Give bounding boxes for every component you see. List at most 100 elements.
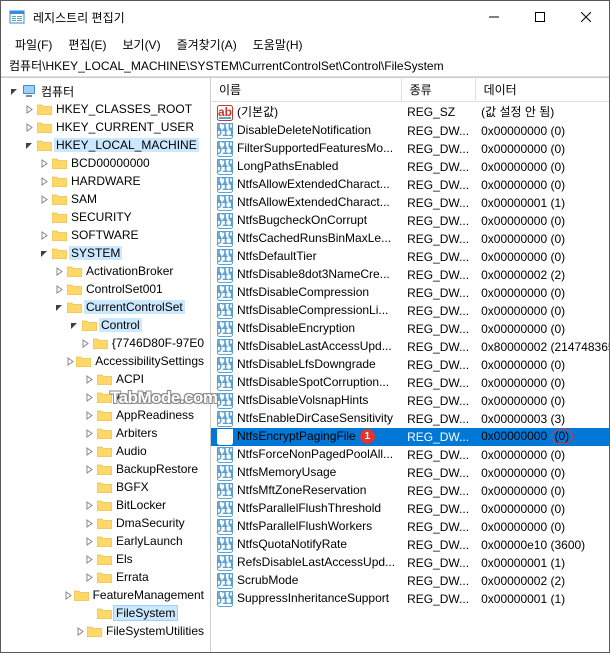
menu-favorites[interactable]: 즐겨찾기(A) bbox=[171, 34, 243, 55]
tree-item[interactable]: BackupRestore bbox=[1, 460, 210, 478]
value-row[interactable]: NtfsDisableLfsDowngradeREG_DW...0x000000… bbox=[211, 356, 609, 374]
collapse-icon[interactable] bbox=[37, 246, 51, 260]
value-row[interactable]: NtfsDisableCompressionLi...REG_DW...0x00… bbox=[211, 302, 609, 320]
value-row[interactable]: NtfsMemoryUsageREG_DW...0x00000000 (0) bbox=[211, 464, 609, 482]
value-row[interactable]: NtfsDisable8dot3NameCre...REG_DW...0x000… bbox=[211, 266, 609, 284]
value-row[interactable]: NtfsParallelFlushWorkersREG_DW...0x00000… bbox=[211, 518, 609, 536]
value-row[interactable]: NtfsAllowExtendedCharact...REG_DW...0x00… bbox=[211, 194, 609, 212]
expand-icon[interactable] bbox=[37, 192, 51, 206]
expand-icon[interactable] bbox=[82, 516, 96, 530]
menu-file[interactable]: 파일(F) bbox=[9, 34, 58, 55]
expand-icon[interactable] bbox=[82, 534, 96, 548]
tree-item[interactable]: ACPI bbox=[1, 370, 210, 388]
expand-icon[interactable] bbox=[37, 228, 51, 242]
value-row[interactable]: NtfsDisableVolsnapHintsREG_DW...0x000000… bbox=[211, 392, 609, 410]
tree-item[interactable]: AppReadiness bbox=[1, 406, 210, 424]
close-button[interactable] bbox=[563, 1, 609, 33]
tree-item[interactable]: SAM bbox=[1, 190, 210, 208]
tree-item[interactable]: AppID bbox=[1, 388, 210, 406]
tree-item[interactable]: FileSystem bbox=[1, 604, 210, 622]
value-row[interactable]: NtfsDisableSpotCorruption...REG_DW...0x0… bbox=[211, 374, 609, 392]
value-row[interactable]: NtfsForceNonPagedPoolAll...REG_DW...0x00… bbox=[211, 446, 609, 464]
collapse-icon[interactable] bbox=[7, 84, 21, 98]
tree-item[interactable]: EarlyLaunch bbox=[1, 532, 210, 550]
value-row[interactable]: NtfsDisableCompressionREG_DW...0x0000000… bbox=[211, 284, 609, 302]
tree-item[interactable]: HKEY_CLASSES_ROOT bbox=[1, 100, 210, 118]
value-row[interactable]: DisableDeleteNotificationREG_DW...0x0000… bbox=[211, 122, 609, 140]
tree-item[interactable]: Els bbox=[1, 550, 210, 568]
expand-icon[interactable] bbox=[82, 444, 96, 458]
expand-icon[interactable] bbox=[22, 102, 36, 116]
value-row[interactable]: NtfsBugcheckOnCorruptREG_DW...0x00000000… bbox=[211, 212, 609, 230]
expand-icon[interactable] bbox=[63, 588, 74, 602]
expand-icon[interactable] bbox=[82, 462, 96, 476]
tree-item[interactable]: HKEY_CURRENT_USER bbox=[1, 118, 210, 136]
expand-icon[interactable] bbox=[82, 390, 96, 404]
expand-icon[interactable] bbox=[82, 426, 96, 440]
tree-item[interactable]: Control bbox=[1, 316, 210, 334]
collapse-icon[interactable] bbox=[52, 300, 66, 314]
expand-icon[interactable] bbox=[65, 354, 76, 368]
expand-icon[interactable] bbox=[82, 570, 96, 584]
minimize-button[interactable] bbox=[471, 1, 517, 33]
tree-item[interactable]: ActivationBroker bbox=[1, 262, 210, 280]
expand-icon[interactable] bbox=[82, 408, 96, 422]
tree-item[interactable]: AccessibilitySettings bbox=[1, 352, 210, 370]
tree-item[interactable]: FileSystemUtilities bbox=[1, 622, 210, 640]
col-data[interactable]: 데이터 bbox=[475, 78, 609, 102]
menu-help[interactable]: 도움말(H) bbox=[247, 34, 309, 55]
tree-item[interactable]: BitLocker bbox=[1, 496, 210, 514]
expand-icon[interactable] bbox=[82, 552, 96, 566]
tree-item[interactable]: ControlSet001 bbox=[1, 280, 210, 298]
col-name[interactable]: 이름 bbox=[211, 78, 401, 102]
address-bar[interactable]: 컴퓨터\HKEY_LOCAL_MACHINE\SYSTEM\CurrentCon… bbox=[1, 55, 609, 77]
value-row[interactable]: NtfsEnableDirCaseSensitivityREG_DW...0x0… bbox=[211, 410, 609, 428]
value-row[interactable]: NtfsDisableEncryptionREG_DW...0x00000000… bbox=[211, 320, 609, 338]
tree-item[interactable]: Arbiters bbox=[1, 424, 210, 442]
value-row[interactable]: RefsDisableLastAccessUpd...REG_DW...0x00… bbox=[211, 554, 609, 572]
value-row[interactable]: FilterSupportedFeaturesMo...REG_DW...0x0… bbox=[211, 140, 609, 158]
tree-item[interactable]: HKEY_LOCAL_MACHINE bbox=[1, 136, 210, 154]
tree-panel[interactable]: 컴퓨터HKEY_CLASSES_ROOTHKEY_CURRENT_USERHKE… bbox=[1, 78, 211, 652]
expand-icon[interactable] bbox=[79, 336, 92, 350]
value-row[interactable]: NtfsQuotaNotifyRateREG_DW...0x00000e10 (… bbox=[211, 536, 609, 554]
value-row[interactable]: NtfsParallelFlushThresholdREG_DW...0x000… bbox=[211, 500, 609, 518]
value-row[interactable]: (기본값)REG_SZ(값 설정 안 됨) bbox=[211, 102, 609, 122]
value-row[interactable]: NtfsDefaultTierREG_DW...0x00000000 (0) bbox=[211, 248, 609, 266]
menu-view[interactable]: 보기(V) bbox=[116, 34, 166, 55]
expand-icon[interactable] bbox=[52, 282, 66, 296]
expand-icon[interactable] bbox=[37, 174, 51, 188]
menu-edit[interactable]: 편집(E) bbox=[62, 34, 112, 55]
value-row[interactable]: NtfsEncryptPagingFile1REG_DW...0x0000000… bbox=[211, 428, 609, 446]
expand-icon[interactable] bbox=[22, 120, 36, 134]
values-panel[interactable]: 이름 종류 데이터 (기본값)REG_SZ(값 설정 안 됨)DisableDe… bbox=[211, 78, 609, 652]
tree-item[interactable]: {7746D80F-97E0 bbox=[1, 334, 210, 352]
tree-item[interactable]: 컴퓨터 bbox=[1, 82, 210, 100]
tree-item[interactable]: BCD00000000 bbox=[1, 154, 210, 172]
value-row[interactable]: NtfsAllowExtendedCharact...REG_DW...0x00… bbox=[211, 176, 609, 194]
tree-item[interactable]: DmaSecurity bbox=[1, 514, 210, 532]
tree-item[interactable]: BGFX bbox=[1, 478, 210, 496]
tree-item[interactable]: SOFTWARE bbox=[1, 226, 210, 244]
value-row[interactable]: LongPathsEnabledREG_DW...0x00000000 (0) bbox=[211, 158, 609, 176]
tree-item[interactable]: SECURITY bbox=[1, 208, 210, 226]
value-row[interactable]: ScrubModeREG_DW...0x00000002 (2) bbox=[211, 572, 609, 590]
collapse-icon[interactable] bbox=[22, 138, 36, 152]
maximize-button[interactable] bbox=[517, 1, 563, 33]
tree-item[interactable]: Audio bbox=[1, 442, 210, 460]
col-type[interactable]: 종류 bbox=[401, 78, 475, 102]
collapse-icon[interactable] bbox=[67, 318, 81, 332]
expand-icon[interactable] bbox=[52, 264, 66, 278]
tree-item[interactable]: FeatureManagement bbox=[1, 586, 210, 604]
expand-icon[interactable] bbox=[37, 156, 51, 170]
tree-item[interactable]: SYSTEM bbox=[1, 244, 210, 262]
value-row[interactable]: NtfsDisableLastAccessUpd...REG_DW...0x80… bbox=[211, 338, 609, 356]
expand-icon[interactable] bbox=[74, 624, 87, 638]
tree-item[interactable]: CurrentControlSet bbox=[1, 298, 210, 316]
expand-icon[interactable] bbox=[82, 498, 96, 512]
value-row[interactable]: NtfsCachedRunsBinMaxLe...REG_DW...0x0000… bbox=[211, 230, 609, 248]
expand-icon[interactable] bbox=[82, 372, 96, 386]
value-row[interactable]: NtfsMftZoneReservationREG_DW...0x0000000… bbox=[211, 482, 609, 500]
tree-item[interactable]: Errata bbox=[1, 568, 210, 586]
value-row[interactable]: SuppressInheritanceSupportREG_DW...0x000… bbox=[211, 590, 609, 608]
